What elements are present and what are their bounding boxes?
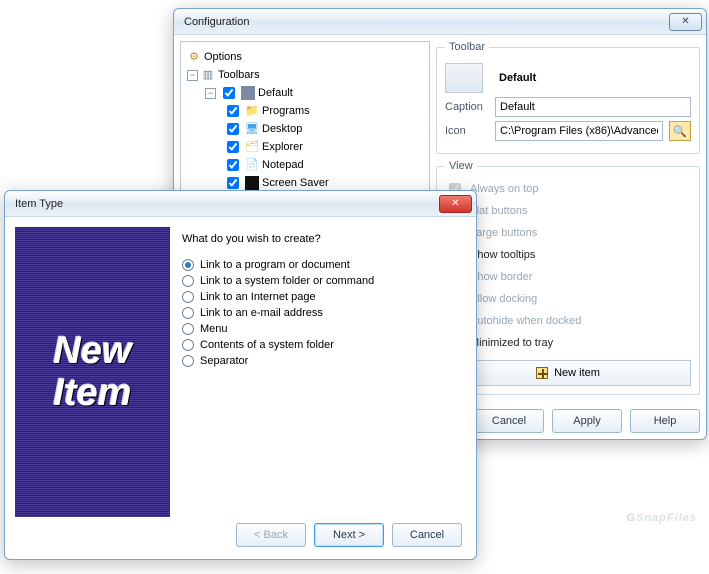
desktop-icon: 🖥: [245, 122, 259, 136]
new-item-icon: [536, 367, 548, 379]
view-option: Large buttons: [445, 222, 691, 244]
tree-node-item[interactable]: 📄 Notepad: [223, 156, 425, 174]
item-type-label: Link to an Internet page: [200, 291, 316, 303]
tree-label: Explorer: [262, 138, 303, 156]
item-type-label: Link to a system folder or command: [200, 275, 374, 287]
watermark: GSnapFiles: [626, 496, 697, 528]
item-type-option[interactable]: Link to an e-mail address: [182, 305, 460, 321]
wizard-art: NewItem: [15, 227, 170, 517]
view-option[interactable]: Minimized to tray: [445, 332, 691, 354]
tree-node-options[interactable]: ⚙ Options: [187, 48, 425, 66]
view-option: Always on top: [445, 178, 691, 200]
caption-input[interactable]: [495, 97, 691, 117]
view-option-label: Autohide when docked: [470, 315, 581, 327]
tree-node-item[interactable]: 🗂 Explorer: [223, 138, 425, 156]
tree-label: Options: [204, 48, 242, 66]
folder-icon: 📁: [245, 104, 259, 118]
tree-checkbox[interactable]: [227, 177, 239, 189]
radio-icon[interactable]: [182, 355, 194, 367]
tree-node-item[interactable]: 📁 Programs: [223, 102, 425, 120]
config-titlebar[interactable]: Configuration ✕: [174, 9, 706, 35]
item-type-label: Menu: [200, 323, 228, 335]
item-type-option[interactable]: Contents of a system folder: [182, 337, 460, 353]
view-option-label: Show tooltips: [470, 249, 535, 261]
explorer-icon: 🗂: [245, 140, 259, 154]
gears-icon: ⚙: [187, 50, 201, 64]
view-option[interactable]: Show tooltips: [445, 244, 691, 266]
view-option-label: Large buttons: [470, 227, 537, 239]
new-item-label: New item: [554, 367, 600, 379]
tree-node-item[interactable]: 🖥 Desktop: [223, 120, 425, 138]
cancel-button[interactable]: Cancel: [474, 409, 544, 433]
caption-label: Caption: [445, 101, 489, 113]
item-type-option[interactable]: Separator: [182, 353, 460, 369]
view-option-label: Flat buttons: [470, 205, 527, 217]
view-option-label: Allow docking: [470, 293, 537, 305]
help-button[interactable]: Help: [630, 409, 700, 433]
icon-path-input[interactable]: [495, 121, 663, 141]
tree-checkbox[interactable]: [227, 141, 239, 153]
view-option: Flat buttons: [445, 200, 691, 222]
tree-label: Programs: [262, 102, 310, 120]
browse-icon-button[interactable]: 🔍: [669, 121, 691, 141]
item-type-option[interactable]: Link to a system folder or command: [182, 273, 460, 289]
screensaver-icon: [245, 176, 259, 190]
view-option: Allow docking: [445, 288, 691, 310]
tree-checkbox[interactable]: [227, 123, 239, 135]
item-type-label: Contents of a system folder: [200, 339, 334, 351]
next-button[interactable]: Next >: [314, 523, 384, 547]
item-type-label: Link to an e-mail address: [200, 307, 323, 319]
wizard-button-row: < Back Next > Cancel: [236, 523, 462, 547]
view-option-label: Minimized to tray: [470, 337, 553, 349]
tree-checkbox[interactable]: [227, 105, 239, 117]
tree-label: Toolbars: [218, 66, 260, 84]
close-icon[interactable]: ✕: [669, 13, 702, 31]
toolbar-name: Default: [499, 72, 536, 84]
item-type-label: Separator: [200, 355, 248, 367]
toolbar-fieldset: Toolbar Default Caption Icon 🔍: [436, 41, 700, 154]
radio-icon[interactable]: [182, 291, 194, 303]
close-icon[interactable]: ✕: [439, 195, 472, 213]
radio-icon[interactable]: [182, 307, 194, 319]
wizard-question: What do you wish to create?: [182, 233, 460, 245]
toolbar-legend: Toolbar: [445, 41, 489, 53]
radio-icon[interactable]: [182, 339, 194, 351]
collapse-icon[interactable]: −: [205, 88, 216, 99]
config-title: Configuration: [184, 16, 669, 28]
toolbar-icon: [241, 86, 255, 100]
itemdlg-title: Item Type: [15, 198, 439, 210]
wizard-options-panel: What do you wish to create? Link to a pr…: [176, 227, 466, 517]
tree-node-toolbars[interactable]: − ▥ Toolbars: [187, 66, 425, 84]
itemdlg-titlebar[interactable]: Item Type ✕: [5, 191, 476, 217]
radio-icon[interactable]: [182, 259, 194, 271]
collapse-icon[interactable]: −: [187, 70, 198, 81]
folder-search-icon: 🔍: [673, 125, 687, 138]
item-type-label: Link to a program or document: [200, 259, 350, 271]
view-option: Show border: [445, 266, 691, 288]
tree-checkbox[interactable]: [223, 87, 235, 99]
tree-label: Default: [258, 84, 293, 102]
view-option-label: Show border: [470, 271, 532, 283]
back-button[interactable]: < Back: [236, 523, 306, 547]
tree-label: Notepad: [262, 156, 304, 174]
tree-label: Desktop: [262, 120, 302, 138]
cancel-button[interactable]: Cancel: [392, 523, 462, 547]
view-option-label: Always on top: [470, 183, 538, 195]
radio-icon[interactable]: [182, 323, 194, 335]
notepad-icon: 📄: [245, 158, 259, 172]
toolbars-icon: ▥: [201, 68, 215, 82]
icon-label: Icon: [445, 125, 489, 137]
view-option: Autohide when docked: [445, 310, 691, 332]
tree-checkbox[interactable]: [227, 159, 239, 171]
item-type-option[interactable]: Menu: [182, 321, 460, 337]
radio-icon[interactable]: [182, 275, 194, 287]
item-type-dialog: Item Type ✕ NewItem What do you wish to …: [4, 190, 477, 560]
item-type-option[interactable]: Link to an Internet page: [182, 289, 460, 305]
apply-button[interactable]: Apply: [552, 409, 622, 433]
toolbar-preview-icon: [445, 63, 483, 93]
new-item-button[interactable]: New item: [445, 360, 691, 386]
view-legend: View: [445, 160, 477, 172]
tree-node-default[interactable]: − Default: [205, 84, 425, 102]
item-type-option[interactable]: Link to a program or document: [182, 257, 460, 273]
